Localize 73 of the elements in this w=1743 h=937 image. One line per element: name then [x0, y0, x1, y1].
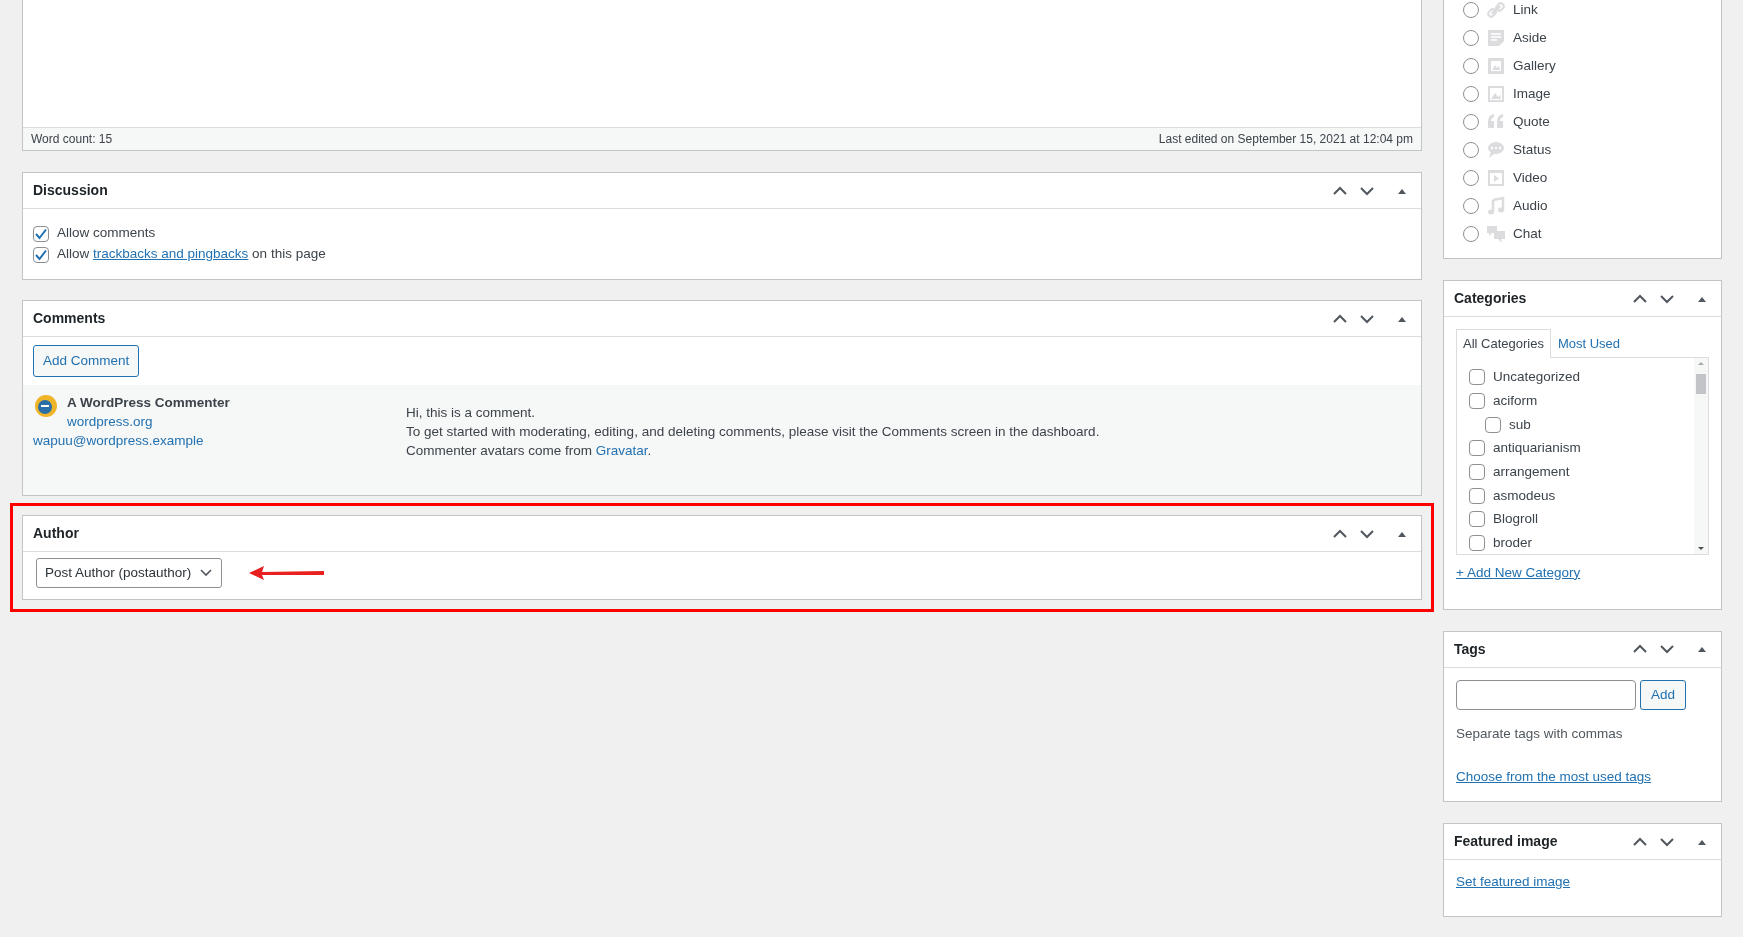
speech-bubble-icon	[1486, 140, 1506, 160]
radio-button[interactable]	[1463, 86, 1479, 102]
panel-title: Author	[33, 524, 80, 543]
author-select[interactable]: Post Author (postauthor)	[36, 558, 223, 588]
link-icon	[1486, 0, 1506, 20]
video-icon	[1486, 168, 1506, 188]
checkbox[interactable]	[1469, 535, 1485, 552]
panel-title: Comments	[33, 309, 107, 328]
option-label: Allow comments	[57, 224, 156, 243]
category-label: aciform	[1493, 391, 1538, 410]
format-label: Link	[1513, 0, 1538, 19]
category-label: Blogroll	[1493, 510, 1539, 529]
commenter-url[interactable]: wordpress.org	[67, 412, 153, 431]
checkbox[interactable]	[1469, 393, 1485, 410]
category-label: antiquarianism	[1493, 439, 1581, 458]
avatar-icon	[33, 393, 59, 419]
panel-title: Tags	[1454, 639, 1487, 659]
document-icon	[1486, 28, 1506, 48]
panel-title: Categories	[1454, 289, 1528, 308]
tab[interactable]: Most Used	[1550, 329, 1628, 358]
format-label: Audio	[1513, 196, 1548, 215]
panel-title: Discussion	[33, 181, 109, 200]
chat-icon	[1486, 224, 1506, 244]
panel-title: Featured image	[1454, 832, 1559, 852]
radio-button[interactable]	[1463, 114, 1479, 130]
category-label: Uncategorized	[1493, 368, 1581, 387]
format-label: Aside	[1513, 28, 1547, 47]
gallery-icon	[1486, 56, 1506, 76]
checkbox[interactable]	[33, 246, 49, 263]
format-label: Video	[1513, 168, 1548, 187]
category-label: broder	[1493, 534, 1533, 553]
category-label: sub	[1509, 415, 1531, 434]
music-note-icon	[1486, 196, 1506, 216]
word-count: Word count: 15	[31, 131, 113, 148]
category-label: arrangement	[1493, 462, 1570, 481]
checkbox[interactable]	[1485, 416, 1501, 433]
format-label: Gallery	[1513, 56, 1556, 75]
comment-text: Commenter avatars come from Gravatar.	[406, 443, 652, 458]
image-icon	[1486, 84, 1506, 104]
format-label: Status	[1513, 140, 1552, 159]
link[interactable]: trackbacks and pingbacks	[93, 246, 249, 262]
add-category-link[interactable]: + Add New Category	[1456, 562, 1581, 597]
radio-button[interactable]	[1463, 198, 1479, 214]
checkbox[interactable]	[1469, 511, 1485, 528]
radio-button[interactable]	[1463, 226, 1479, 242]
tags-hint: Separate tags with commas	[1456, 724, 1624, 743]
tag-input-field[interactable]	[1456, 679, 1636, 710]
radio-button[interactable]	[1463, 170, 1479, 186]
add-tag-button[interactable]: Add	[1640, 679, 1687, 710]
option-label: Allow trackbacks and pingbacks on this page	[57, 245, 326, 264]
most-used-tags-link[interactable]: Choose from the most used tags	[1456, 767, 1652, 788]
format-label: Quote	[1513, 112, 1550, 131]
last-edited-text: Last edited on September 15, 2021 at 12:04 pm	[1158, 131, 1413, 148]
set-featured-image-link[interactable]: Set featured image	[1456, 874, 1571, 890]
comment-text: Hi, this is a comment.	[406, 405, 536, 420]
radio-button[interactable]	[1463, 58, 1479, 74]
commenter-name: A WordPress Commenter	[67, 394, 230, 412]
link[interactable]: Gravatar	[595, 443, 648, 458]
radio-button[interactable]	[1463, 142, 1479, 158]
commenter-email[interactable]: wapuu@wordpress.example	[33, 431, 204, 450]
format-label: Chat	[1513, 224, 1542, 243]
checkbox[interactable]	[1469, 369, 1485, 386]
checkbox[interactable]	[1469, 440, 1485, 457]
tab[interactable]: All Categories	[1456, 329, 1551, 358]
comment-text: To get started with moderating, editing, and deleting comments, please visit the Comments screen in the dashboard.	[406, 424, 1100, 439]
checkbox[interactable]	[33, 225, 49, 242]
radio-button[interactable]	[1463, 2, 1479, 18]
checkbox[interactable]	[1469, 464, 1485, 481]
checkbox[interactable]	[1469, 487, 1485, 504]
category-label: asmodeus	[1493, 486, 1556, 505]
radio-button[interactable]	[1463, 30, 1479, 46]
format-label: Image	[1513, 84, 1551, 103]
add-comment-button[interactable]: Add Comment	[33, 345, 140, 377]
